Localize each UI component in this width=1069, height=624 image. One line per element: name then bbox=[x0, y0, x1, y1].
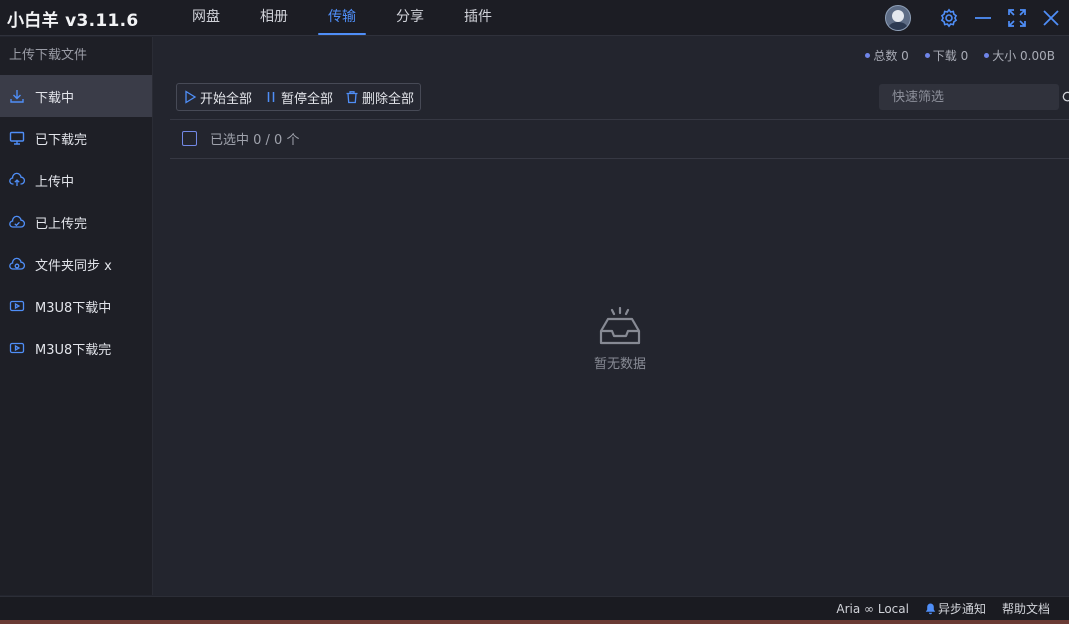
start-all-button[interactable]: 开始全部 bbox=[177, 84, 258, 110]
stats-bar: 总数 0 下载 0 大小 0.00B bbox=[849, 47, 1055, 64]
sidebar-item-uploaded[interactable]: 已上传完 bbox=[0, 201, 152, 243]
title-bar: 小白羊 v3.11.6 网盘 相册 传输 分享 插件 bbox=[0, 0, 1069, 36]
cloud-sync-icon bbox=[8, 255, 26, 273]
sidebar-item-uploading[interactable]: 上传中 bbox=[0, 159, 152, 201]
avatar[interactable] bbox=[885, 5, 911, 31]
video-icon bbox=[8, 297, 26, 315]
sidebar-item-label: 下载中 bbox=[35, 90, 75, 106]
sidebar: 上传下载文件 下载中 已下载完 上传中 已上传完 文件夹同步 x M3U8下载中… bbox=[0, 37, 153, 595]
delete-all-button[interactable]: 删除全部 bbox=[339, 84, 420, 110]
sidebar-item-label: 已下载完 bbox=[35, 132, 88, 148]
selection-row: 已选中 0 / 0 个 bbox=[182, 129, 299, 148]
maximize-icon[interactable] bbox=[1005, 6, 1029, 30]
sidebar-item-folder-sync[interactable]: 文件夹同步 x bbox=[0, 243, 152, 285]
sidebar-item-label: 文件夹同步 x bbox=[35, 258, 112, 274]
divider bbox=[170, 119, 1069, 120]
cloud-upload-icon bbox=[8, 171, 26, 189]
minimize-icon[interactable] bbox=[971, 6, 995, 30]
aria-status[interactable]: Aria ∞ Local bbox=[836, 602, 909, 616]
tab-share[interactable]: 分享 bbox=[376, 0, 444, 36]
tab-album[interactable]: 相册 bbox=[240, 0, 308, 36]
divider bbox=[170, 158, 1069, 159]
window-controls bbox=[885, 4, 1063, 32]
sidebar-item-label: 上传中 bbox=[35, 174, 75, 190]
gear-icon[interactable] bbox=[937, 6, 961, 30]
selection-count: 已选中 0 / 0 个 bbox=[210, 133, 300, 148]
sidebar-title: 上传下载文件 bbox=[9, 48, 88, 63]
action-toolbar: 开始全部 暂停全部 删除全部 bbox=[176, 83, 422, 111]
trash-icon bbox=[345, 90, 359, 104]
sidebar-item-m3u8-downloaded[interactable]: M3U8下载完 bbox=[0, 327, 152, 369]
sidebar-item-downloaded[interactable]: 已下载完 bbox=[0, 117, 152, 159]
async-notify[interactable]: 异步通知 bbox=[925, 600, 986, 617]
empty-text: 暂无数据 bbox=[593, 357, 646, 372]
sidebar-item-m3u8-downloading[interactable]: M3U8下载中 bbox=[0, 285, 152, 327]
tab-plugins[interactable]: 插件 bbox=[444, 0, 512, 36]
sidebar-item-label: M3U8下载中 bbox=[35, 300, 112, 316]
empty-inbox-icon bbox=[580, 307, 660, 347]
empty-state: 暂无数据 bbox=[580, 307, 660, 372]
cloud-check-icon bbox=[8, 213, 26, 231]
main-panel: 总数 0 下载 0 大小 0.00B 开始全部 暂停全部 删除全部 快速筛选 已… bbox=[154, 37, 1069, 595]
search-icon[interactable] bbox=[1062, 91, 1069, 104]
desktop-edge bbox=[0, 620, 1069, 624]
pause-icon bbox=[264, 90, 278, 104]
video-icon bbox=[8, 339, 26, 357]
select-all-checkbox[interactable] bbox=[182, 131, 197, 146]
stat-download: 下载 0 bbox=[924, 47, 968, 64]
dot-icon bbox=[924, 53, 930, 58]
help-docs-link[interactable]: 帮助文档 bbox=[1002, 600, 1050, 617]
pause-all-button[interactable]: 暂停全部 bbox=[258, 84, 339, 110]
top-nav: 网盘 相册 传输 分享 插件 bbox=[172, 0, 512, 36]
close-icon[interactable] bbox=[1039, 6, 1063, 30]
sidebar-item-label: 已上传完 bbox=[35, 216, 88, 232]
stat-size: 大小 0.00B bbox=[984, 47, 1055, 64]
app-title: 小白羊 v3.11.6 bbox=[7, 11, 139, 31]
dot-icon bbox=[865, 53, 871, 58]
monitor-icon bbox=[8, 129, 26, 147]
dot-icon bbox=[984, 53, 990, 58]
status-bar: Aria ∞ Local 异步通知 帮助文档 bbox=[0, 596, 1069, 620]
sidebar-item-downloading[interactable]: 下载中 bbox=[0, 75, 152, 117]
quick-filter bbox=[879, 84, 1069, 110]
filter-input[interactable] bbox=[879, 84, 1062, 110]
tab-netdisk[interactable]: 网盘 bbox=[172, 0, 240, 36]
play-icon bbox=[183, 90, 197, 104]
download-icon bbox=[8, 87, 26, 105]
sidebar-item-label: M3U8下载完 bbox=[35, 342, 112, 358]
tab-transfer[interactable]: 传输 bbox=[308, 0, 376, 36]
bell-icon bbox=[925, 603, 936, 615]
stat-total: 总数 0 bbox=[865, 47, 909, 64]
